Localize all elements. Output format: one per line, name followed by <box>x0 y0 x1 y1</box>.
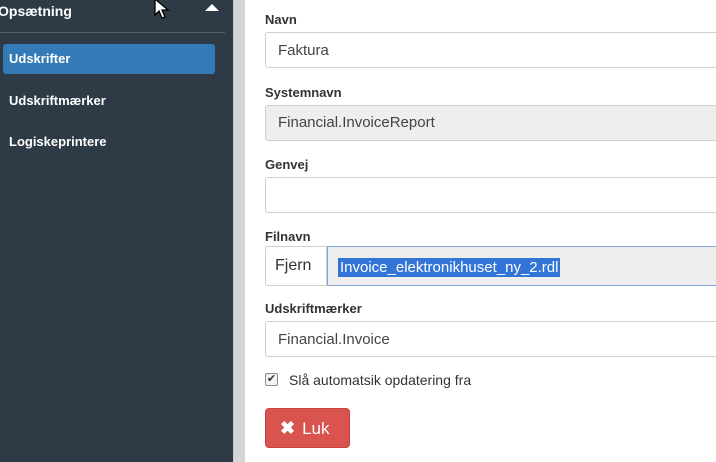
file-name-selected-text: Invoice_elektronikhuset_ny_2.rdl <box>338 258 561 277</box>
system-name-field: Financial.InvoiceReport <box>265 105 716 141</box>
mouse-cursor-icon <box>154 0 170 19</box>
sidebar-section-title: Opsætning <box>0 3 72 19</box>
file-name-field[interactable]: Invoice_elektronikhuset_ny_2.rdl <box>327 246 716 286</box>
sidebar: Opsætning Udskrifter Udskriftmærker Logi… <box>0 0 233 462</box>
sidebar-item-logiskeprintere[interactable]: Logiskeprintere <box>3 127 215 157</box>
system-name-label: Systemnavn <box>265 85 342 100</box>
shortcut-label: Genvej <box>265 157 309 172</box>
name-input[interactable] <box>265 32 716 68</box>
report-edit-form: Navn Systemnavn Financial.InvoiceReport … <box>245 0 716 462</box>
panel-gutter <box>233 0 245 462</box>
sidebar-item-label: Udskriftmærker <box>9 93 106 108</box>
sidebar-divider <box>0 32 225 33</box>
x-icon: ✖ <box>280 418 296 438</box>
close-button[interactable]: ✖ Luk <box>265 408 350 448</box>
sidebar-item-udskrifter[interactable]: Udskrifter <box>3 44 215 74</box>
auto-update-label: Slå automatsik opdatering fra <box>289 372 472 388</box>
close-button-label: Luk <box>302 419 330 438</box>
sidebar-section-header[interactable]: Opsætning <box>0 0 225 32</box>
sidebar-item-udskriftmaerker[interactable]: Udskriftmærker <box>3 86 215 116</box>
check-icon: ✔ <box>266 373 277 385</box>
print-tags-label: Udskriftmærker <box>265 301 362 316</box>
sidebar-item-label: Logiskeprintere <box>9 134 107 149</box>
print-tags-input[interactable] <box>265 321 716 357</box>
shortcut-input[interactable] <box>265 177 716 213</box>
file-name-label: Filnavn <box>265 229 311 244</box>
auto-update-checkbox[interactable]: ✔ <box>265 373 278 386</box>
name-label: Navn <box>265 12 297 27</box>
file-name-group: Fjern Invoice_elektronikhuset_ny_2.rdl <box>265 246 716 286</box>
caret-up-icon[interactable] <box>205 4 219 11</box>
remove-file-button[interactable]: Fjern <box>265 246 327 286</box>
sidebar-item-label: Udskrifter <box>9 51 71 66</box>
